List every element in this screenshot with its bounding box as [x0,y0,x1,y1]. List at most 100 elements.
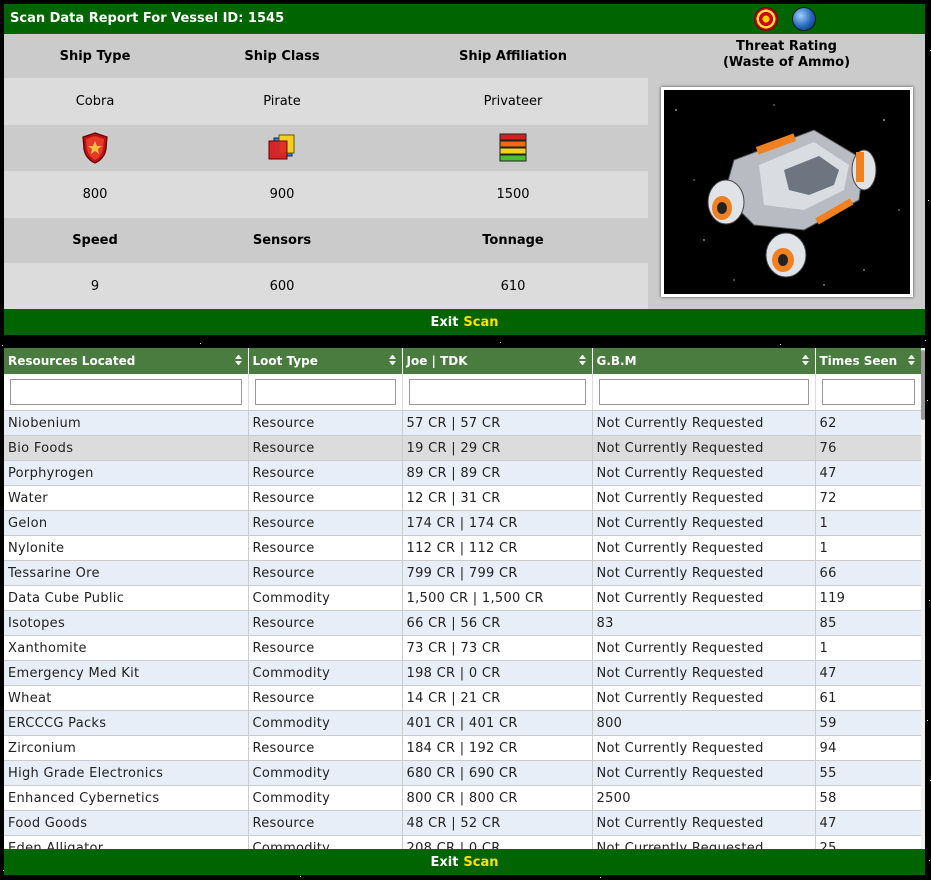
table-row[interactable]: Isotopes Resource 66 CR | 56 CR 83 85 [4,610,922,636]
column-header-loot-type[interactable]: Loot Type [248,348,403,374]
star [2,345,3,346]
cell-resource: Eden Alligator [4,835,249,849]
table-row[interactable]: High Grade Electronics Commodity 680 CR | … [4,760,922,786]
cell-times-seen: 1 [815,635,922,661]
table-row[interactable]: Nylonite Resource 112 CR | 112 CR Not Curre… [4,535,922,561]
exit-label: Exit [430,314,459,330]
stats-icon-row [4,125,648,171]
sort-icon[interactable] [235,355,242,365]
cell-gbm: Not Currently Requested [592,485,816,511]
sort-icon[interactable] [389,355,396,365]
filter-gbm-input[interactable] [598,379,809,405]
cell-loot-type: Resource [248,535,403,561]
sort-icon[interactable] [802,355,809,365]
star [929,600,930,601]
cell-times-seen: 85 [815,610,922,636]
cell-resource: Zirconium [4,735,249,761]
table-row[interactable]: Enhanced Cybernetics Commodity 800 CR | 80… [4,785,922,811]
cell-times-seen: 119 [815,585,922,611]
cell-gbm: Not Currently Requested [592,635,816,661]
table-row[interactable]: Eden Alligator Commodity 208 CR | 0 CR Not … [4,835,922,849]
cell-gbm: Not Currently Requested [592,835,816,849]
ship-class-value: Pirate [263,94,301,109]
table-row[interactable]: Wheat Resource 14 CR | 21 CR Not Currently … [4,685,922,711]
resources-table-container[interactable]: Resources Located Loot Type Joe | TDK G.… [4,348,925,849]
tonnage-value: 610 [500,278,526,294]
sort-icon[interactable] [908,355,915,365]
exit-scan-button-bottom[interactable]: Exit Scan [4,849,925,875]
filter-joe-tdk-input[interactable] [408,379,586,405]
stats-header-row: Ship Type Ship Class Ship Affiliation [4,34,648,78]
scan-label: Scan [463,314,499,330]
filter-resources-input[interactable] [10,379,242,405]
table-row[interactable]: Data Cube Public Commodity 1,500 CR | 1,50… [4,585,922,611]
table-row[interactable]: Porphyrogen Resource 89 CR | 89 CR Not Curr… [4,460,922,486]
cell-joe-tdk: 800 CR | 800 CR [402,785,593,811]
cell-joe-tdk: 66 CR | 56 CR [402,610,593,636]
globe-icon[interactable] [793,8,815,30]
cell-resource: Data Cube Public [4,585,249,611]
scan-report-panel: Scan Data Report For Vessel ID: 1545 Shi… [4,4,925,335]
cell-gbm: Not Currently Requested [592,685,816,711]
cell-gbm: Not Currently Requested [592,435,816,461]
ship-illustration [664,90,910,294]
cell-times-seen: 55 [815,760,922,786]
filter-times-seen-input[interactable] [821,379,915,405]
layers-icon [499,133,527,162]
ship-class-label: Ship Class [244,48,320,64]
table-row[interactable]: Emergency Med Kit Commodity 198 CR | 0 CR N… [4,660,922,686]
cell-loot-type: Commodity [248,835,403,849]
table-row[interactable]: Tessarine Ore Resource 799 CR | 799 CR Not … [4,560,922,586]
column-header-times-seen[interactable]: Times Seen [815,348,922,374]
cell-times-seen: 72 [815,485,922,511]
scrollbar-thumb[interactable] [921,350,925,420]
column-header-joe-tdk[interactable]: Joe | TDK [402,348,593,374]
table-row[interactable]: Water Resource 12 CR | 31 CR Not Currently … [4,485,922,511]
scrollbar[interactable] [921,348,925,849]
column-header-gbm[interactable]: G.B.M [592,348,816,374]
column-header-label: Resources Located [8,354,136,368]
cell-gbm: Not Currently Requested [592,660,816,686]
cell-gbm: Not Currently Requested [592,460,816,486]
stats-value-row: 800 900 1500 [4,171,648,218]
cell-times-seen: 25 [815,835,922,849]
sensors-value: 600 [269,278,295,294]
column-header-resources[interactable]: Resources Located [4,348,249,374]
ship-type-value: Cobra [75,94,115,109]
cell-loot-type: Commodity [248,785,403,811]
table-row[interactable]: Zirconium Resource 184 CR | 192 CR Not Curr… [4,735,922,761]
cell-joe-tdk: 174 CR | 174 CR [402,510,593,536]
threat-rating-label: Threat Rating [736,39,837,54]
table-row[interactable]: Xanthomite Resource 73 CR | 73 CR Not Curre… [4,635,922,661]
filter-loot-type-input[interactable] [254,379,396,405]
cell-joe-tdk: 12 CR | 31 CR [402,485,593,511]
star [780,344,781,345]
cell-gbm: Not Currently Requested [592,585,816,611]
sort-icon[interactable] [579,355,586,365]
table-row[interactable]: Bio Foods Resource 19 CR | 29 CR Not Curren… [4,435,922,461]
cell-loot-type: Resource [248,410,403,436]
exit-scan-button[interactable]: Exit Scan [4,309,925,335]
star [500,342,501,343]
table-row[interactable]: Food Goods Resource 48 CR | 52 CR Not Curre… [4,810,922,836]
threat-panel: Threat Rating (Waste of Ammo) [648,34,925,309]
cell-resource: Emergency Med Kit [4,660,249,686]
table-row[interactable]: Gelon Resource 174 CR | 174 CR Not Currentl… [4,510,922,536]
cell-joe-tdk: 89 CR | 89 CR [402,460,593,486]
cell-resource: Gelon [4,510,249,536]
stats-header-row-2: Speed Sensors Tonnage [4,218,648,263]
cell-resource: Enhanced Cybernetics [4,785,249,811]
cell-resource: High Grade Electronics [4,760,249,786]
cell-joe-tdk: 57 CR | 57 CR [402,410,593,436]
cell-joe-tdk: 14 CR | 21 CR [402,685,593,711]
table-row[interactable]: Niobenium Resource 57 CR | 57 CR Not Curren… [4,410,922,436]
cell-times-seen: 76 [815,435,922,461]
cell-loot-type: Resource [248,560,403,586]
speed-label: Speed [72,233,118,248]
target-icon[interactable] [755,8,777,30]
table-row[interactable]: ERCCCG Packs Commodity 401 CR | 401 CR 800 5… [4,710,922,736]
cell-loot-type: Commodity [248,710,403,736]
cell-gbm: Not Currently Requested [592,410,816,436]
resources-table: Resources Located Loot Type Joe | TDK G.… [4,348,922,849]
ship-affiliation-value: Privateer [483,94,543,109]
